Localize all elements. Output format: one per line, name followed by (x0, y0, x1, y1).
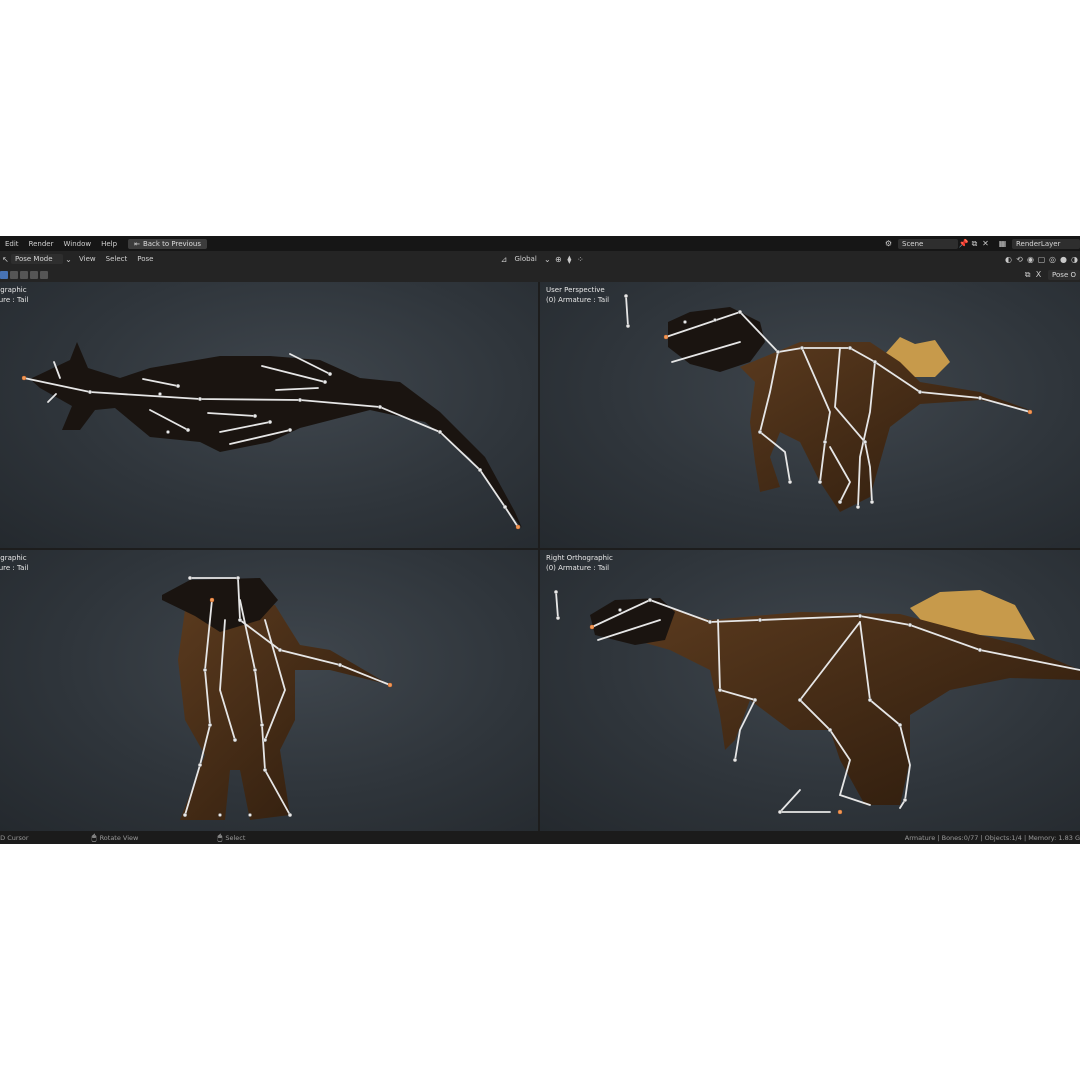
blender-window: Edit Render Window Help ⇤ Back to Previo… (0, 236, 1080, 844)
scene-statistics: Armature | Bones:0/77 | Objects:1/4 | Me… (904, 833, 1080, 842)
visibility-icon[interactable]: ◐ (1003, 254, 1014, 265)
menu-select[interactable]: Select (101, 255, 133, 263)
chevron-down-icon: ⌄ (65, 254, 72, 264)
gizmo-icon[interactable]: ⟲ (1014, 254, 1025, 265)
x-axis-icon[interactable]: X (1033, 269, 1044, 280)
mode-toggle-icon[interactable] (30, 270, 38, 279)
pose-cursor-icon[interactable]: ↖ (0, 254, 11, 265)
pose-options-dropdown[interactable]: Pose O (1048, 269, 1080, 280)
dinosaur-front-view (162, 575, 393, 820)
menu-edit[interactable]: Edit (0, 240, 24, 248)
proportional-icon[interactable]: ⁘ (575, 254, 586, 265)
dinosaur-top-view (21, 342, 522, 530)
mode-toggle-icon[interactable] (10, 270, 18, 279)
chevron-down-icon: ⌄ (543, 254, 551, 264)
delete-scene-icon[interactable]: ✕ (980, 238, 991, 249)
snap-icon[interactable]: ⧫ (564, 254, 575, 265)
viewport-top-left[interactable]: ographic ture : Tail (0, 282, 538, 548)
viewport-top-right[interactable]: User Perspective (0) Armature : Tail (540, 282, 1080, 548)
back-arrow-icon: ⇤ (134, 239, 140, 248)
mode-toggle-icon[interactable] (20, 270, 28, 279)
render-layer-icon[interactable]: ▦ (997, 238, 1008, 249)
material-shading-icon[interactable]: ◑ (1069, 254, 1080, 265)
overlay-icon[interactable]: ◉ (1025, 254, 1036, 265)
transform-orientation-icon[interactable]: ⊿ (498, 254, 509, 265)
menu-view[interactable]: View (74, 255, 101, 263)
scene-icon[interactable]: ⚙ (883, 238, 894, 249)
mouse-icon: 🖱 (217, 832, 223, 842)
tool-options-row: ⧉ X Pose O (0, 267, 1080, 282)
status-hint-rotate: Rotate View (99, 833, 139, 842)
mouse-icon: 🖱 (91, 832, 97, 842)
menu-pose[interactable]: Pose (132, 255, 158, 263)
status-bar: 3D Cursor 🖱 Rotate View 🖱 Select Armatur… (0, 831, 1080, 844)
scene-field[interactable]: Scene (898, 238, 958, 249)
editor-header: ↖ Pose Mode ⌄ View Select Pose ⊿ Global … (0, 251, 1080, 267)
viewport-bottom-left[interactable]: ographic ture : Tail (0, 550, 538, 831)
render-layer-field[interactable]: RenderLayer (1012, 238, 1080, 249)
dinosaur-side-view (553, 589, 1080, 815)
menu-render[interactable]: Render (24, 240, 59, 248)
status-hint-select: Select (225, 833, 246, 842)
options-icon[interactable]: ⧉ (1022, 269, 1033, 280)
new-scene-icon[interactable]: ⧉ (969, 238, 980, 249)
pin-icon[interactable]: 📌 (958, 238, 969, 249)
back-to-previous-button[interactable]: ⇤ Back to Previous (128, 238, 207, 249)
transform-orientation-dropdown[interactable]: Global (509, 255, 541, 263)
back-to-previous-label: Back to Previous (142, 239, 201, 248)
mode-toggle-icon[interactable] (0, 270, 8, 279)
dinosaur-perspective-view (623, 293, 1033, 512)
mode-toggle-icon[interactable] (40, 270, 48, 279)
solid-shading-icon[interactable]: ● (1058, 254, 1069, 265)
status-hint-cursor: 3D Cursor (0, 833, 29, 842)
menu-help[interactable]: Help (96, 240, 122, 248)
pivot-icon[interactable]: ⊕ (553, 254, 564, 265)
menu-window[interactable]: Window (58, 240, 96, 248)
top-bar: Edit Render Window Help ⇤ Back to Previo… (0, 236, 1080, 251)
viewport-bottom-right[interactable]: Right Orthographic (0) Armature : Tail (540, 550, 1080, 831)
wireframe-shading-icon[interactable]: ◎ (1047, 254, 1058, 265)
xray-icon[interactable]: ▢ (1036, 254, 1047, 265)
mode-dropdown[interactable]: Pose Mode (11, 254, 63, 264)
